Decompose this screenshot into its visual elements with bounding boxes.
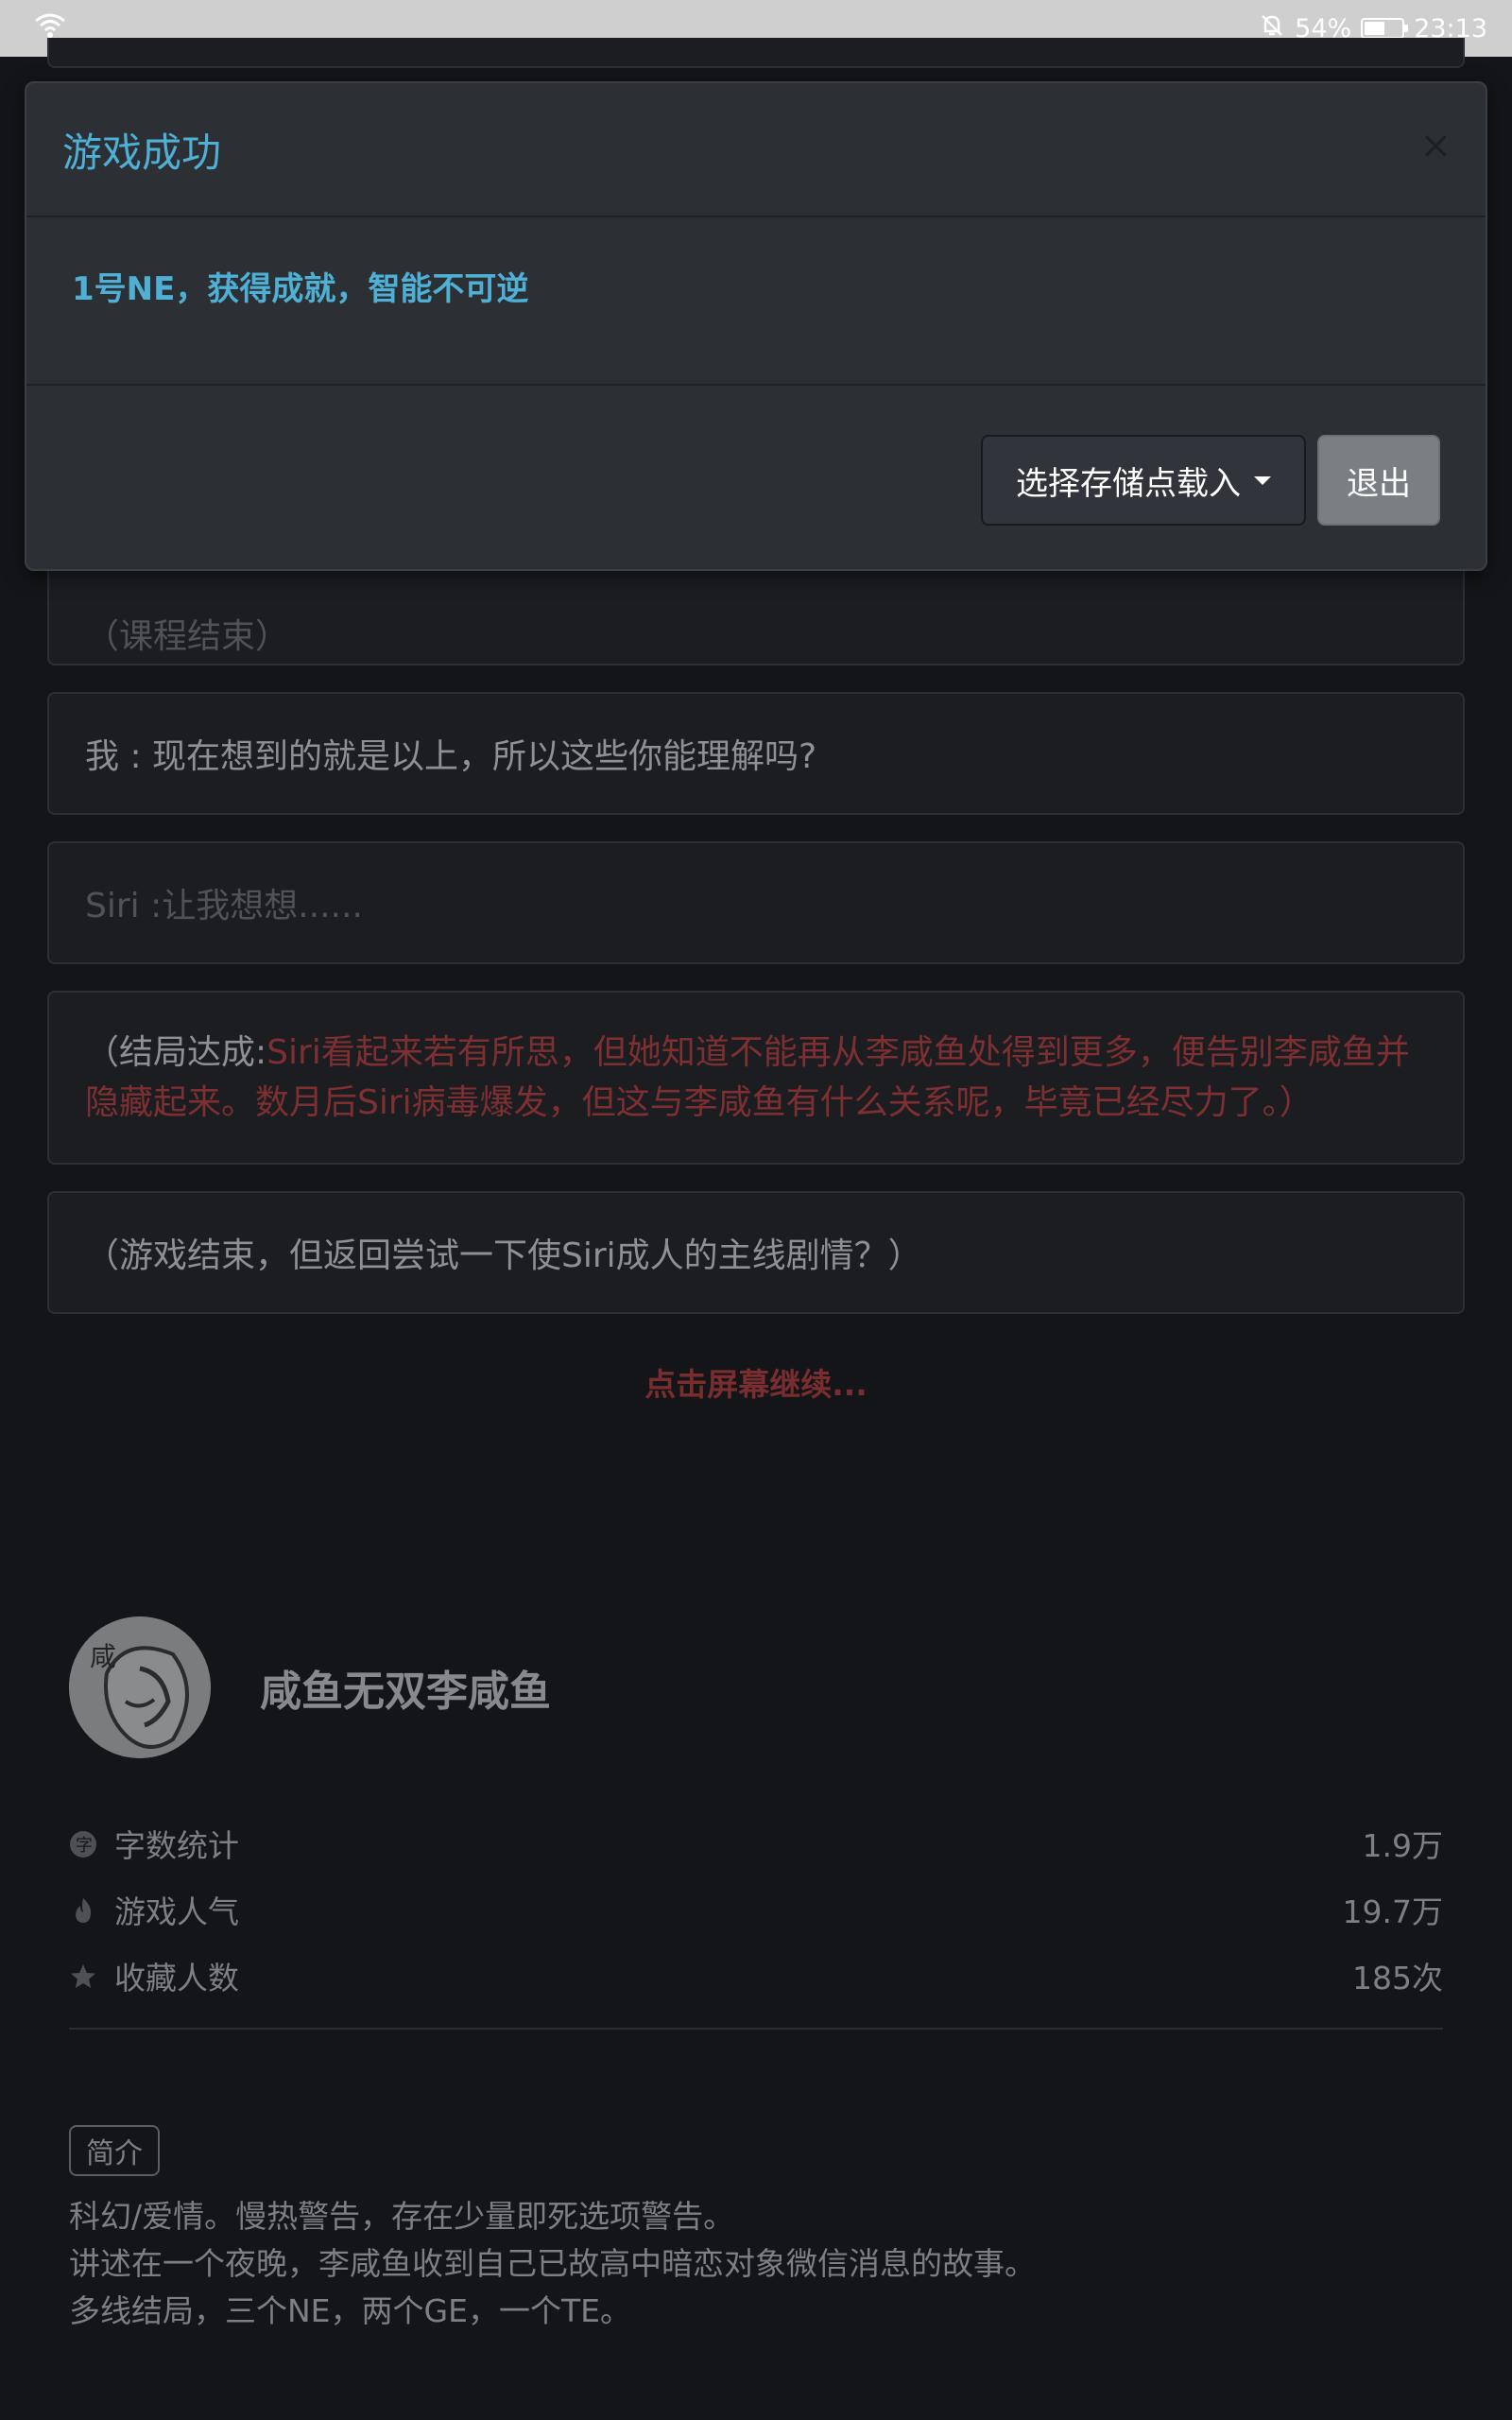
- author-name[interactable]: 咸鱼无双李咸鱼: [260, 1657, 551, 1718]
- stat-favorites: 收藏人数 185次: [69, 1943, 1443, 2009]
- stat-word-count: 字 字数统计 1.9万: [69, 1810, 1443, 1876]
- svg-text:字: 字: [76, 1836, 93, 1856]
- stat-label: 游戏人气: [114, 1893, 239, 1930]
- avatar[interactable]: 咸: [69, 1616, 211, 1758]
- close-icon[interactable]: ×: [1419, 127, 1452, 164]
- stat-value: 1.9万: [1362, 1827, 1443, 1864]
- modal-title: 游戏成功: [62, 129, 222, 176]
- modal-header: 游戏成功 ×: [26, 83, 1486, 217]
- achievement-message: 1号NE，获得成就，智能不可逆: [72, 270, 529, 308]
- message-text: 我 : 现在想到的就是以上，所以这些你能理解吗?: [85, 737, 817, 776]
- message-card-me[interactable]: 我 : 现在想到的就是以上，所以这些你能理解吗?: [47, 692, 1465, 815]
- message-card-game-over[interactable]: （游戏结束，但返回尝试一下使Siri成人的主线剧情？）: [47, 1191, 1465, 1314]
- ending-text: （结局达成:Siri看起来若有所思，但她知道不能再从李咸鱼处得到更多，便告别李咸…: [85, 1028, 1427, 1128]
- avatar-char: 咸: [90, 1641, 116, 1672]
- author-block: 咸 咸鱼无双李咸鱼: [69, 1616, 551, 1758]
- chevron-down-icon: [1254, 475, 1271, 485]
- load-save-dropdown-button[interactable]: 选择存储点载入: [981, 435, 1306, 526]
- intro-text: 科幻/爱情。慢热警告，存在少量即死选项警告。 讲述在一个夜晚，李咸鱼收到自己已故…: [69, 2193, 1036, 2335]
- intro-tag: 简介: [69, 2125, 160, 2176]
- battery-icon: [1361, 18, 1409, 39]
- continue-hint[interactable]: 点击屏幕继续...: [0, 1359, 1512, 1405]
- word-count-icon: 字: [69, 1829, 97, 1858]
- stat-value: 19.7万: [1342, 1893, 1443, 1930]
- battery-level-fill: [1365, 22, 1385, 35]
- message-text: （课程结束）: [85, 617, 290, 656]
- star-icon: [69, 1962, 97, 1990]
- intro-line: 科幻/爱情。慢热警告，存在少量即死选项警告。: [69, 2198, 735, 2235]
- message-card-ending[interactable]: （结局达成:Siri看起来若有所思，但她知道不能再从李咸鱼处得到更多，便告别李咸…: [47, 991, 1465, 1165]
- divider: [69, 2028, 1443, 2030]
- exit-button[interactable]: 退出: [1317, 435, 1440, 526]
- modal-footer: 选择存储点载入 退出: [26, 386, 1486, 569]
- stat-label: 字数统计: [114, 1827, 239, 1864]
- intro-line: 多线结局，三个NE，两个GE，一个TE。: [69, 2292, 631, 2329]
- game-success-modal: 游戏成功 × 1号NE，获得成就，智能不可逆 选择存储点载入 退出: [25, 81, 1487, 571]
- modal-body: 1号NE，获得成就，智能不可逆: [26, 217, 1486, 386]
- stat-popularity: 游戏人气 19.7万: [69, 1876, 1443, 1943]
- stat-value: 185次: [1352, 1960, 1443, 1996]
- intro-line: 讲述在一个夜晚，李咸鱼收到自己已故高中暗恋对象微信消息的故事。: [69, 2245, 1036, 2282]
- message-text: Siri :让我想想......: [85, 887, 363, 925]
- stat-label: 收藏人数: [114, 1960, 239, 1996]
- ending-highlight: Siri看起来若有所思，但她知道不能再从李咸鱼处得到更多，便告别李咸鱼并隐藏起来…: [85, 1033, 1410, 1122]
- ending-prefix: （结局达成:: [85, 1033, 267, 1072]
- previous-message-card: [47, 38, 1465, 68]
- fire-icon: [69, 1895, 97, 1924]
- stats-list: 字 字数统计 1.9万 游戏人气 19.7万 收藏人数 185次: [69, 1810, 1443, 2009]
- load-save-label: 选择存储点载入: [1016, 464, 1241, 503]
- message-text: （游戏结束，但返回尝试一下使Siri成人的主线剧情？）: [85, 1236, 922, 1275]
- message-card-siri[interactable]: Siri :让我想想......: [47, 841, 1465, 964]
